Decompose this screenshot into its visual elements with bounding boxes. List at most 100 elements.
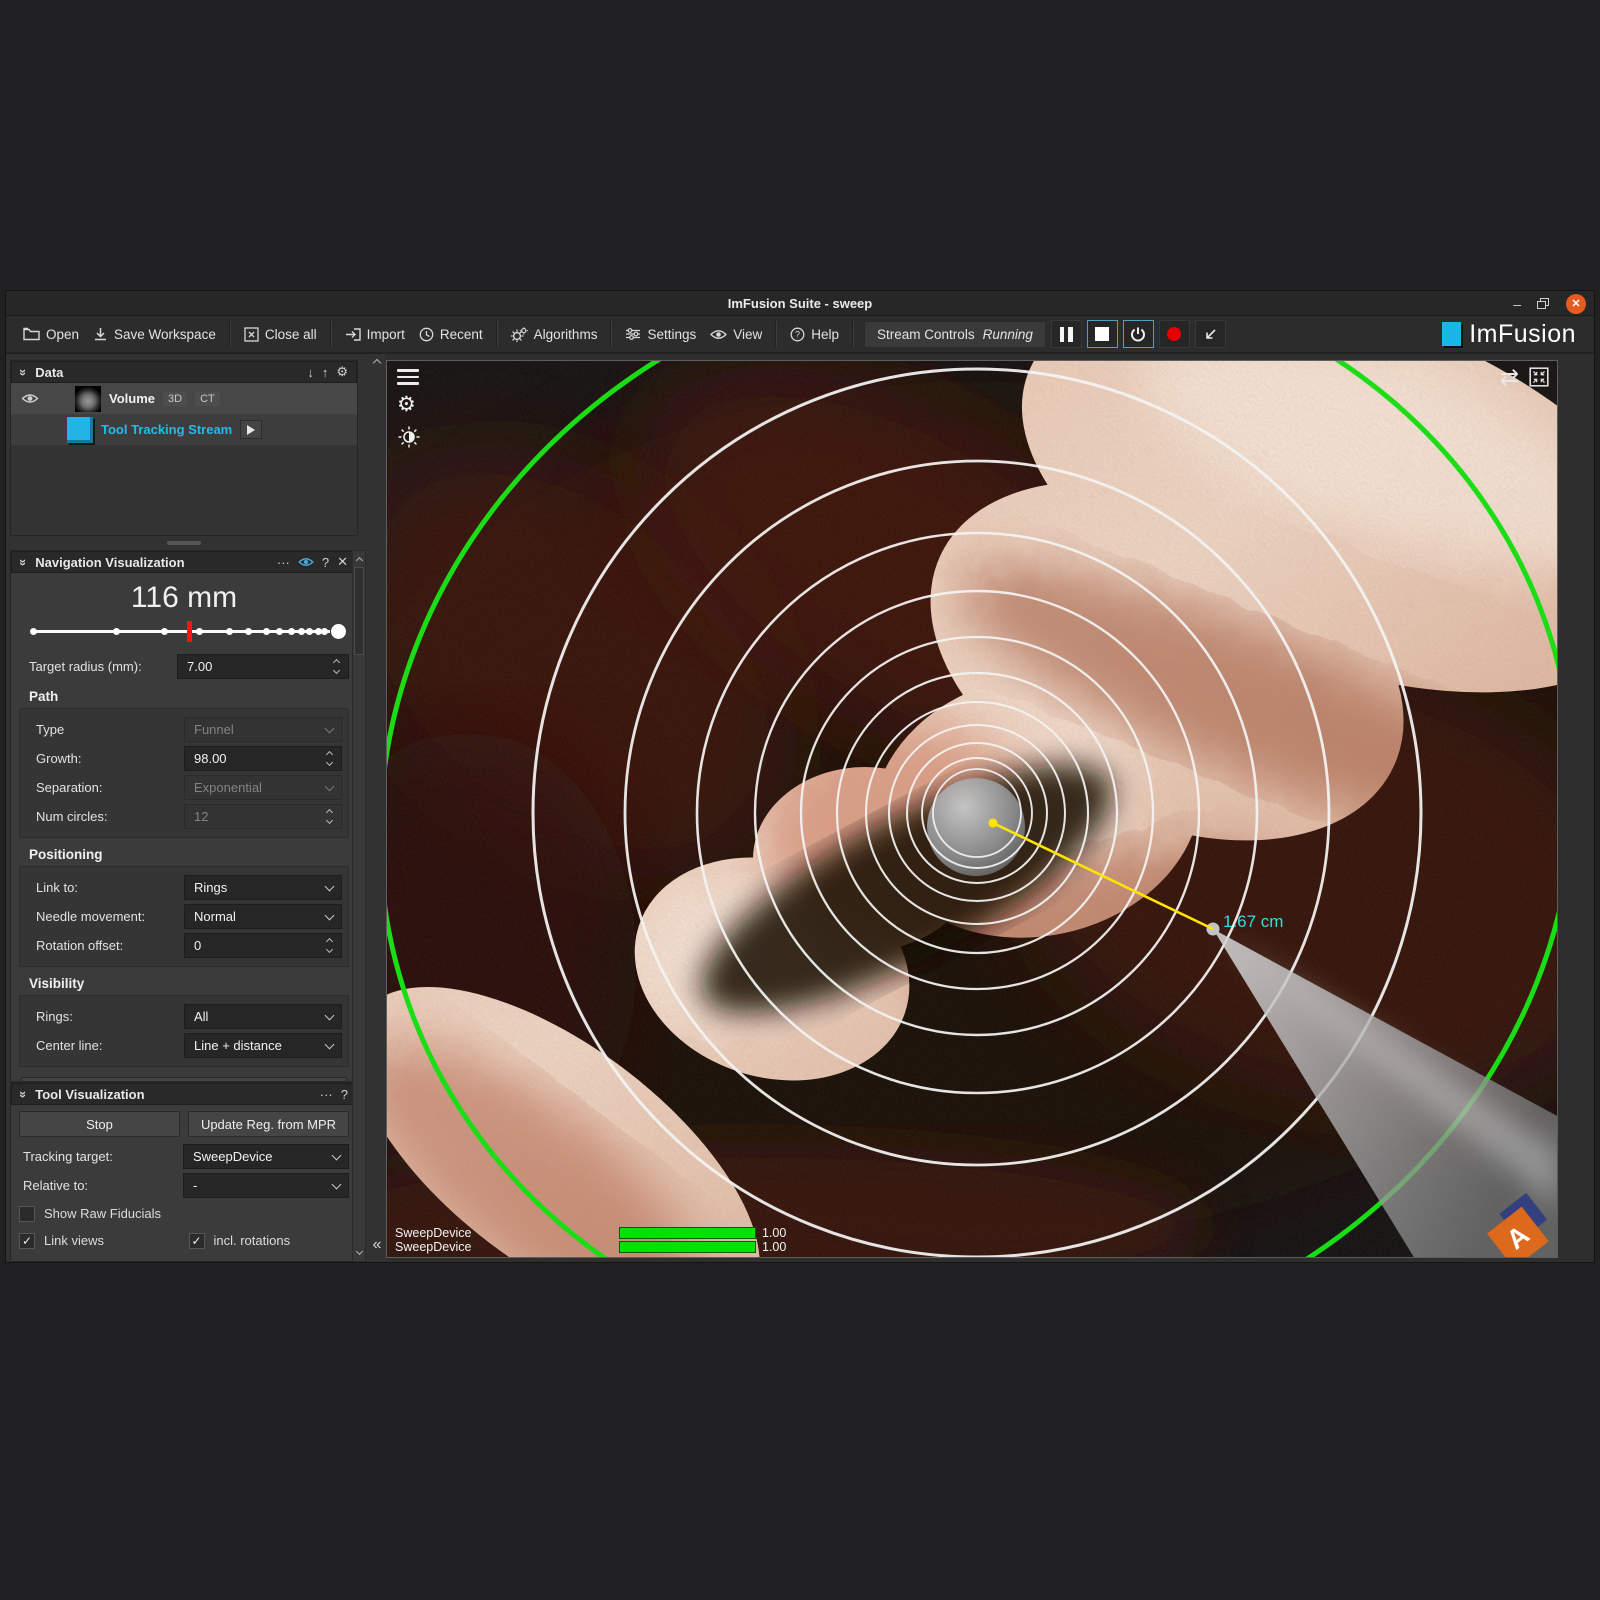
link-views-checkbox[interactable]: ✓	[19, 1233, 35, 1249]
center-line-label: Center line:	[26, 1038, 184, 1053]
distance-label: 1.67 cm	[1223, 912, 1283, 931]
swap-views-icon[interactable]: ⇄	[1500, 367, 1519, 387]
tool-panel-header[interactable]: » Tool Visualization ··· ?	[11, 1083, 357, 1105]
viewport-menu-icon[interactable]	[397, 369, 419, 385]
toolbar-separator	[775, 321, 777, 347]
rings-select[interactable]: All	[184, 1004, 342, 1029]
view-eye-icon	[710, 329, 727, 340]
data-panel: » Data ↓ ↑ ⚙	[10, 360, 358, 536]
needle-movement-select[interactable]: Normal	[184, 904, 342, 929]
save-download-icon	[93, 327, 108, 342]
viewport-gear-icon[interactable]: ⚙	[397, 395, 421, 415]
tracking-target-select[interactable]: SweepDevice	[183, 1144, 349, 1169]
snapshot-arrow-button[interactable]	[1195, 320, 1226, 348]
algorithms-button[interactable]: Algorithms	[504, 323, 605, 346]
calibration-section-header[interactable]: › Calibration	[19, 1261, 349, 1262]
relative-to-select[interactable]: -	[183, 1173, 349, 1198]
data-row-volume[interactable]: Volume 3D CT	[11, 383, 357, 414]
collapse-chevron-icon[interactable]: »	[16, 1090, 31, 1097]
import-button[interactable]: Import	[338, 323, 412, 346]
target-radius-spinbox[interactable]: 7.00	[177, 654, 349, 679]
rotation-offset-spinbox[interactable]: 0	[184, 933, 342, 958]
device-status-row: SweepDevice 1.00	[395, 1226, 786, 1240]
title-bar: ImFusion Suite - sweep – ✕	[6, 291, 1594, 316]
growth-label: Growth:	[26, 751, 184, 766]
open-button[interactable]: Open	[16, 323, 86, 346]
view-button[interactable]: View	[703, 323, 769, 346]
close-all-button[interactable]: Close all	[237, 323, 324, 346]
spin-arrows[interactable]	[328, 660, 344, 673]
power-button[interactable]	[1123, 320, 1154, 348]
data-settings-gear-icon[interactable]: ⚙	[336, 364, 348, 380]
device-status-row: SweepDevice 1.00	[395, 1240, 786, 1254]
type-select[interactable]: Funnel	[184, 717, 342, 742]
update-reg-button[interactable]: Update Reg. from MPR	[188, 1111, 349, 1137]
stop-tracking-button[interactable]: Stop	[19, 1111, 180, 1137]
slider-dot	[196, 628, 203, 635]
brightness-contrast-icon[interactable]	[397, 425, 421, 449]
recent-clock-icon	[419, 327, 434, 342]
num-circles-spinbox[interactable]: 12	[184, 804, 342, 829]
data-row-tracking-stream[interactable]: Tool Tracking Stream	[11, 414, 357, 445]
stop-stream-button[interactable]	[1087, 320, 1118, 348]
growth-spinbox[interactable]: 98.00	[184, 746, 342, 771]
needle-movement-label: Needle movement:	[26, 909, 184, 924]
settings-button[interactable]: Settings	[618, 323, 703, 346]
slider-dot	[263, 628, 270, 635]
device-name: SweepDevice	[395, 1226, 619, 1240]
restore-button[interactable]	[1537, 298, 1550, 310]
more-options-button[interactable]: ···	[277, 555, 290, 570]
volume-rendering: 1.67 cm A	[387, 361, 1558, 1258]
scrollbar-thumb[interactable]	[354, 567, 364, 655]
center-line-select[interactable]: Line + distance	[184, 1033, 342, 1058]
recent-button[interactable]: Recent	[412, 323, 490, 346]
scroll-up-button[interactable]	[353, 552, 365, 566]
close-all-icon	[244, 327, 259, 342]
fullscreen-icon[interactable]	[1529, 367, 1549, 387]
tracking-quality-value: 1.00	[762, 1240, 786, 1254]
visibility-eye-icon[interactable]	[21, 393, 39, 404]
slider-dot	[113, 628, 120, 635]
show-raw-fiducials-checkbox[interactable]: ✓	[19, 1206, 35, 1222]
toolbar-separator	[229, 321, 231, 347]
move-down-icon[interactable]: ↓	[307, 365, 314, 380]
collapse-chevron-icon[interactable]: »	[16, 558, 31, 565]
update-trajectory-button[interactable]: Update trajectory	[21, 1077, 347, 1081]
panel-help-button[interactable]: ?	[322, 555, 329, 570]
spin-arrows[interactable]	[321, 939, 337, 952]
pause-button[interactable]	[1051, 320, 1082, 348]
separation-select[interactable]: Exponential	[184, 775, 342, 800]
play-button[interactable]	[240, 420, 262, 439]
spin-arrows[interactable]	[321, 752, 337, 765]
move-up-icon[interactable]: ↑	[322, 365, 329, 380]
imfusion-logo-mark	[1442, 322, 1461, 346]
nav-panel-header[interactable]: » Navigation Visualization ··· ? ✕	[11, 551, 357, 573]
panel-help-button[interactable]: ?	[341, 1087, 348, 1102]
chevron-down-icon	[325, 910, 335, 920]
record-button[interactable]	[1159, 320, 1190, 348]
collapse-chevron-icon[interactable]: »	[16, 368, 31, 375]
scroll-down-button[interactable]	[353, 1246, 365, 1260]
data-panel-header[interactable]: » Data ↓ ↑ ⚙	[11, 361, 357, 383]
help-button[interactable]: ? Help	[783, 323, 846, 346]
import-icon	[345, 327, 361, 342]
chevron-down-icon	[325, 1039, 335, 1049]
incl-rotations-checkbox[interactable]: ✓	[189, 1233, 205, 1249]
panel-splitter[interactable]	[10, 536, 358, 550]
save-workspace-button[interactable]: Save Workspace	[86, 323, 223, 346]
more-options-button[interactable]: ···	[320, 1087, 333, 1102]
slider-dot	[321, 628, 328, 635]
slider-position-marker[interactable]	[187, 621, 192, 642]
3d-viewport[interactable]: 1.67 cm A ⚙ ⇄	[386, 360, 1558, 1258]
collapse-panel-button[interactable]: «	[373, 1236, 382, 1254]
trajectory-slider[interactable]	[19, 617, 349, 647]
visibility-group: Rings: All Center line: Line + distance	[19, 995, 349, 1067]
chevron-up-icon[interactable]	[373, 359, 381, 367]
minimize-button[interactable]: –	[1513, 299, 1521, 309]
panel-scrollbar[interactable]	[352, 550, 366, 1262]
close-button[interactable]: ✕	[1566, 294, 1586, 314]
link-to-select[interactable]: Rings	[184, 875, 342, 900]
panel-close-button[interactable]: ✕	[337, 554, 348, 570]
spin-arrows[interactable]	[321, 810, 337, 823]
panel-visibility-eye-button[interactable]	[298, 555, 314, 570]
